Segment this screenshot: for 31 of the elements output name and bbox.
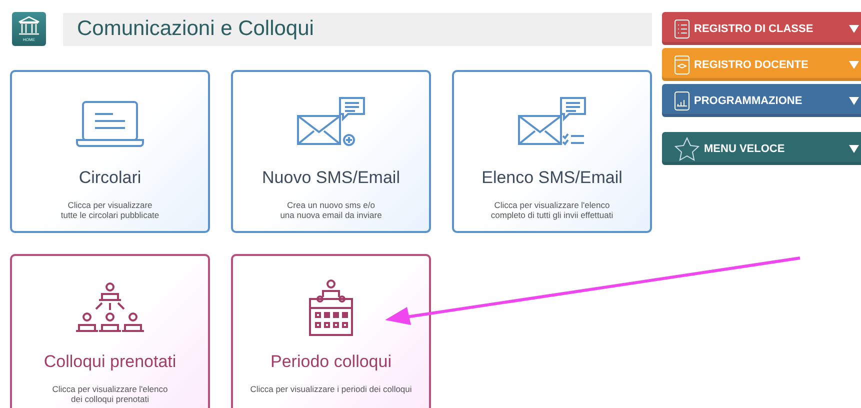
menu-section-button[interactable]: MENU VELOCE (662, 132, 861, 165)
card-title: Elenco SMS/Email (482, 168, 622, 188)
menu-card[interactable]: Nuovo SMS/Email Crea un nuovo sms e/o una nuova email da inviare (231, 70, 431, 233)
card-description: Clicca per visualizzare i periodi dei colloqui (250, 384, 412, 394)
star-icon (674, 136, 700, 160)
menu-card[interactable]: Elenco SMS/Email Clicca per visualizzare l'elenco completo di tutti gli invii effettuati (452, 70, 652, 233)
dropdown-caret-icon (849, 60, 859, 68)
card-title: Periodo colloqui (270, 352, 392, 372)
dropdown-caret-icon (849, 96, 859, 104)
card-description: Clicca per visualizzare tutte le circolari pubblicate (60, 200, 160, 220)
card-description: Crea un nuovo sms e/o una nuova email da inviare (280, 200, 382, 220)
building-icon (18, 16, 40, 36)
person-calendar-icon (306, 279, 356, 337)
page-title: Comunicazioni e Colloqui (77, 17, 314, 41)
dropdown-caret-icon (849, 144, 859, 152)
card-title: Colloqui prenotati (44, 352, 176, 372)
book-icon (674, 54, 690, 74)
dropdown-caret-icon (849, 24, 859, 32)
card-description: Clicca per visualizzare l'elenco dei colloqui prenotati (52, 384, 168, 404)
laptop-icon (75, 100, 145, 148)
bar-chart-icon (674, 90, 690, 110)
card-title: Nuovo SMS/Email (262, 168, 400, 188)
people-hierarchy-icon (75, 282, 145, 334)
card-title: Circolari (78, 168, 142, 188)
card-description: Clicca per visualizzare l'elenco completo di tutti gli invii effettuati (490, 200, 614, 220)
list-icon (674, 18, 690, 38)
menu-card[interactable]: Periodo colloqui Clicca per visualizzare i periodi dei colloqui (231, 254, 431, 408)
menu-card[interactable]: Colloqui prenotati Clicca per visualizzare l'elenco dei colloqui prenotati (10, 254, 210, 408)
menu-section-button[interactable]: REGISTRO DI CLASSE (662, 12, 861, 45)
menu-card[interactable]: Circolari Clicca per visualizzare tutte le circolari pubblicate (10, 70, 210, 233)
menu-section-button[interactable]: PROGRAMMAZIONE (662, 84, 861, 117)
